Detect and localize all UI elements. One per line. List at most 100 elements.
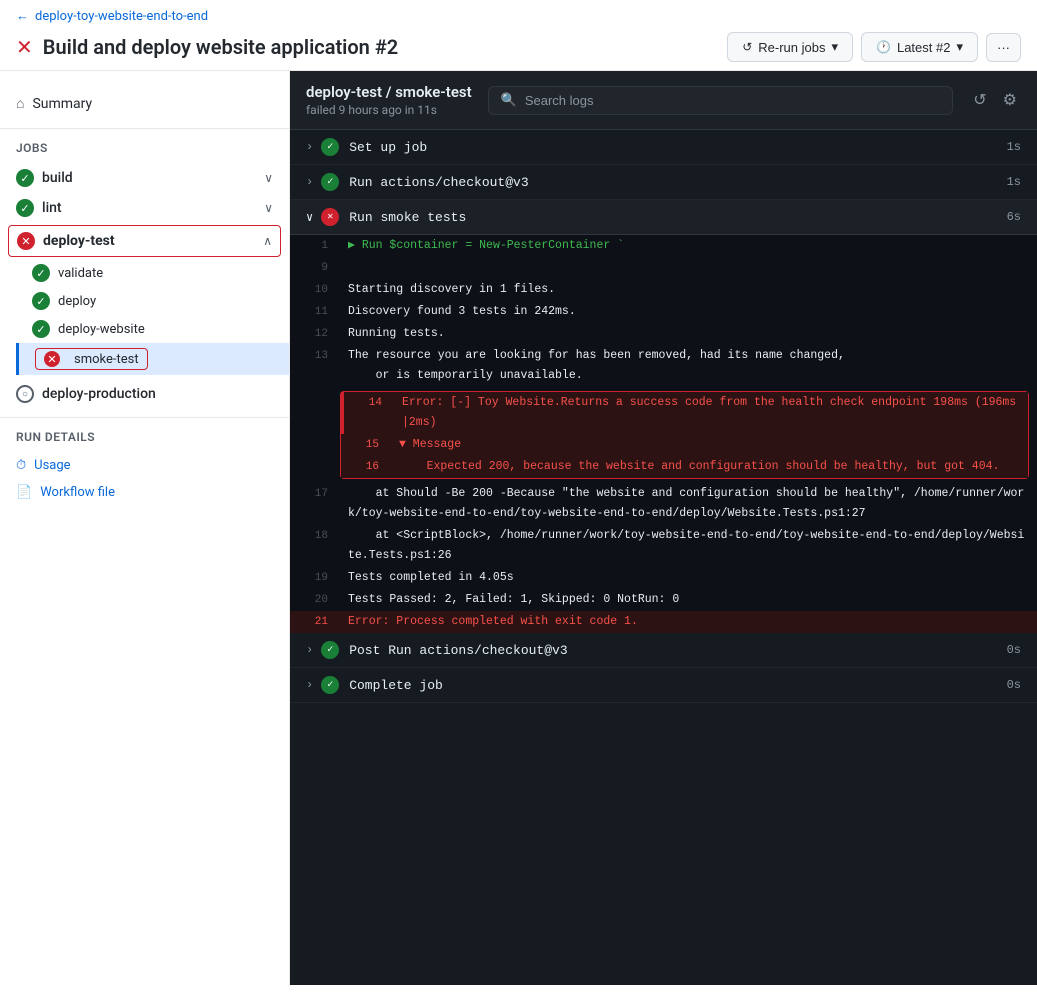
complete-step-time: 0s [1007, 678, 1021, 692]
search-input[interactable] [525, 93, 940, 108]
home-icon: ⌂ [16, 95, 24, 112]
setup-chevron-icon: › [306, 140, 313, 154]
smoke-test-job-name: smoke-test [74, 352, 139, 367]
log-title-main: deploy-test / smoke-test [306, 83, 472, 101]
step-row-post-checkout[interactable]: › ✓ Post Run actions/checkout@v3 0s [290, 633, 1037, 668]
deploy-status-icon: ✓ [32, 292, 50, 310]
log-line-9: 9 [290, 257, 1037, 279]
deploy-website-job-name: deploy-website [58, 322, 145, 337]
summary-label: Summary [32, 96, 92, 112]
log-header: deploy-test / smoke-test failed 9 hours … [290, 71, 1037, 130]
usage-label: Usage [34, 458, 70, 473]
log-title: deploy-test / smoke-test failed 9 hours … [306, 83, 472, 117]
workflow-file-link[interactable]: 📄 Workflow file [0, 479, 289, 506]
usage-link[interactable]: ⏱ Usage [0, 452, 289, 479]
checkout-status-icon: ✓ [321, 173, 339, 191]
validate-job-name: validate [58, 266, 103, 281]
sidebar: ⌂ Summary Jobs ✓ build ∨ ✓ lint ∨ ✕ depl… [0, 71, 290, 985]
log-line-16: 16 Expected 200, because the website and… [341, 456, 1028, 478]
sidebar-item-deploy-production[interactable]: ○ deploy-production [0, 379, 289, 409]
search-box[interactable]: 🔍 [488, 86, 954, 115]
back-arrow: ← [16, 8, 29, 24]
setup-step-name: Set up job [349, 140, 1006, 155]
smoke-test-error-box: ✕ smoke-test [35, 348, 148, 370]
log-body[interactable]: › ✓ Set up job 1s › ✓ Run actions/checko… [290, 130, 1037, 985]
title-actions: ↺ Re-run jobs ▾ 🕐 Latest #2 ▾ ··· [727, 32, 1021, 62]
lint-job-name: lint [42, 200, 264, 216]
rerun-jobs-button[interactable]: ↺ Re-run jobs ▾ [727, 32, 853, 62]
run-details-label: Run details [0, 426, 289, 448]
deploy-test-job-name: deploy-test [43, 233, 263, 249]
lint-chevron-icon: ∨ [264, 201, 273, 215]
breadcrumb[interactable]: ← deploy-toy-website-end-to-end [16, 8, 1021, 24]
smoke-status-icon: ✕ [321, 208, 339, 226]
smoke-step-time: 6s [1007, 210, 1021, 224]
clock-icon: 🕐 [876, 40, 891, 54]
log-line-14: 14 Error: [-] Toy Website.Returns a succ… [341, 392, 1028, 434]
smoke-chevron-icon: ∨ [306, 210, 313, 225]
more-label: ··· [997, 40, 1010, 55]
workflow-file-label: Workflow file [40, 485, 115, 500]
checkout-chevron-icon: › [306, 175, 313, 189]
sidebar-item-build[interactable]: ✓ build ∨ [0, 163, 289, 193]
rerun-label: Re-run jobs [758, 40, 825, 55]
latest-button[interactable]: 🕐 Latest #2 ▾ [861, 32, 978, 62]
deploy-website-status-icon: ✓ [32, 320, 50, 338]
post-checkout-step-time: 0s [1007, 643, 1021, 657]
checkout-step-name: Run actions/checkout@v3 [349, 175, 1006, 190]
log-lines: 1 ▶ Run $container = New-PesterContainer… [290, 235, 1037, 633]
search-icon: 🔍 [501, 93, 517, 108]
step-row-setup[interactable]: › ✓ Set up job 1s [290, 130, 1037, 165]
sidebar-item-deploy-test[interactable]: ✕ deploy-test ∧ [9, 226, 280, 256]
error-outline-box: 14 Error: [-] Toy Website.Returns a succ… [340, 391, 1029, 479]
jobs-section-label: Jobs [0, 137, 289, 159]
log-line-20: 20 Tests Passed: 2, Failed: 1, Skipped: … [290, 589, 1037, 611]
post-checkout-status-icon: ✓ [321, 641, 339, 659]
sidebar-item-lint[interactable]: ✓ lint ∨ [0, 193, 289, 223]
rerun-icon: ↺ [742, 40, 752, 54]
smoke-test-status-icon: ✕ [44, 351, 60, 367]
breadcrumb-text: deploy-toy-website-end-to-end [35, 9, 208, 24]
step-row-checkout[interactable]: › ✓ Run actions/checkout@v3 1s [290, 165, 1037, 200]
step-row-smoke[interactable]: ∨ ✕ Run smoke tests 6s [290, 200, 1037, 235]
sidebar-divider-1 [0, 128, 289, 129]
sidebar-summary-item[interactable]: ⌂ Summary [0, 87, 289, 120]
sidebar-item-deploy[interactable]: ✓ deploy [16, 287, 289, 315]
top-bar: ← deploy-toy-website-end-to-end ✕ Build … [0, 0, 1037, 71]
complete-status-icon: ✓ [321, 676, 339, 694]
lint-status-icon: ✓ [16, 199, 34, 217]
build-chevron-icon: ∨ [264, 171, 273, 185]
log-line-13: 13 The resource you are looking for has … [290, 345, 1037, 387]
clock-small-icon: ⏱ [16, 458, 26, 473]
error-icon: ✕ [16, 35, 33, 59]
latest-label: Latest #2 [897, 40, 951, 55]
post-checkout-step-name: Post Run actions/checkout@v3 [349, 643, 1006, 658]
checkout-step-time: 1s [1007, 175, 1021, 189]
refresh-button[interactable]: ↺ [969, 86, 990, 114]
more-button[interactable]: ··· [986, 33, 1021, 62]
log-title-sub: failed 9 hours ago in 11s [306, 103, 472, 117]
post-checkout-chevron-icon: › [306, 643, 313, 657]
page-title-row: ✕ Build and deploy website application #… [16, 32, 1021, 62]
setup-status-icon: ✓ [321, 138, 339, 156]
log-line-12: 12 Running tests. [290, 323, 1037, 345]
deploy-production-job-name: deploy-production [42, 386, 273, 402]
step-row-complete[interactable]: › ✓ Complete job 0s [290, 668, 1037, 703]
log-line-19: 19 Tests completed in 4.05s [290, 567, 1037, 589]
deploy-test-chevron-icon: ∧ [263, 234, 272, 248]
complete-chevron-icon: › [306, 678, 313, 692]
sidebar-item-validate[interactable]: ✓ validate [16, 259, 289, 287]
log-line-21: 21 Error: Process completed with exit co… [290, 611, 1037, 633]
settings-button[interactable]: ⚙ [999, 86, 1021, 114]
page-title: Build and deploy website application #2 [43, 35, 398, 59]
validate-status-icon: ✓ [32, 264, 50, 282]
log-line-10: 10 Starting discovery in 1 files. [290, 279, 1037, 301]
deploy-job-name: deploy [58, 294, 96, 309]
build-job-name: build [42, 170, 264, 186]
deploy-test-status-icon: ✕ [17, 232, 35, 250]
main-layout: ⌂ Summary Jobs ✓ build ∨ ✓ lint ∨ ✕ depl… [0, 71, 1037, 985]
sidebar-item-deploy-website[interactable]: ✓ deploy-website [16, 315, 289, 343]
latest-chevron-icon: ▾ [956, 39, 963, 55]
complete-step-name: Complete job [349, 678, 1006, 693]
sidebar-item-smoke-test[interactable]: ✕ smoke-test [16, 343, 289, 375]
